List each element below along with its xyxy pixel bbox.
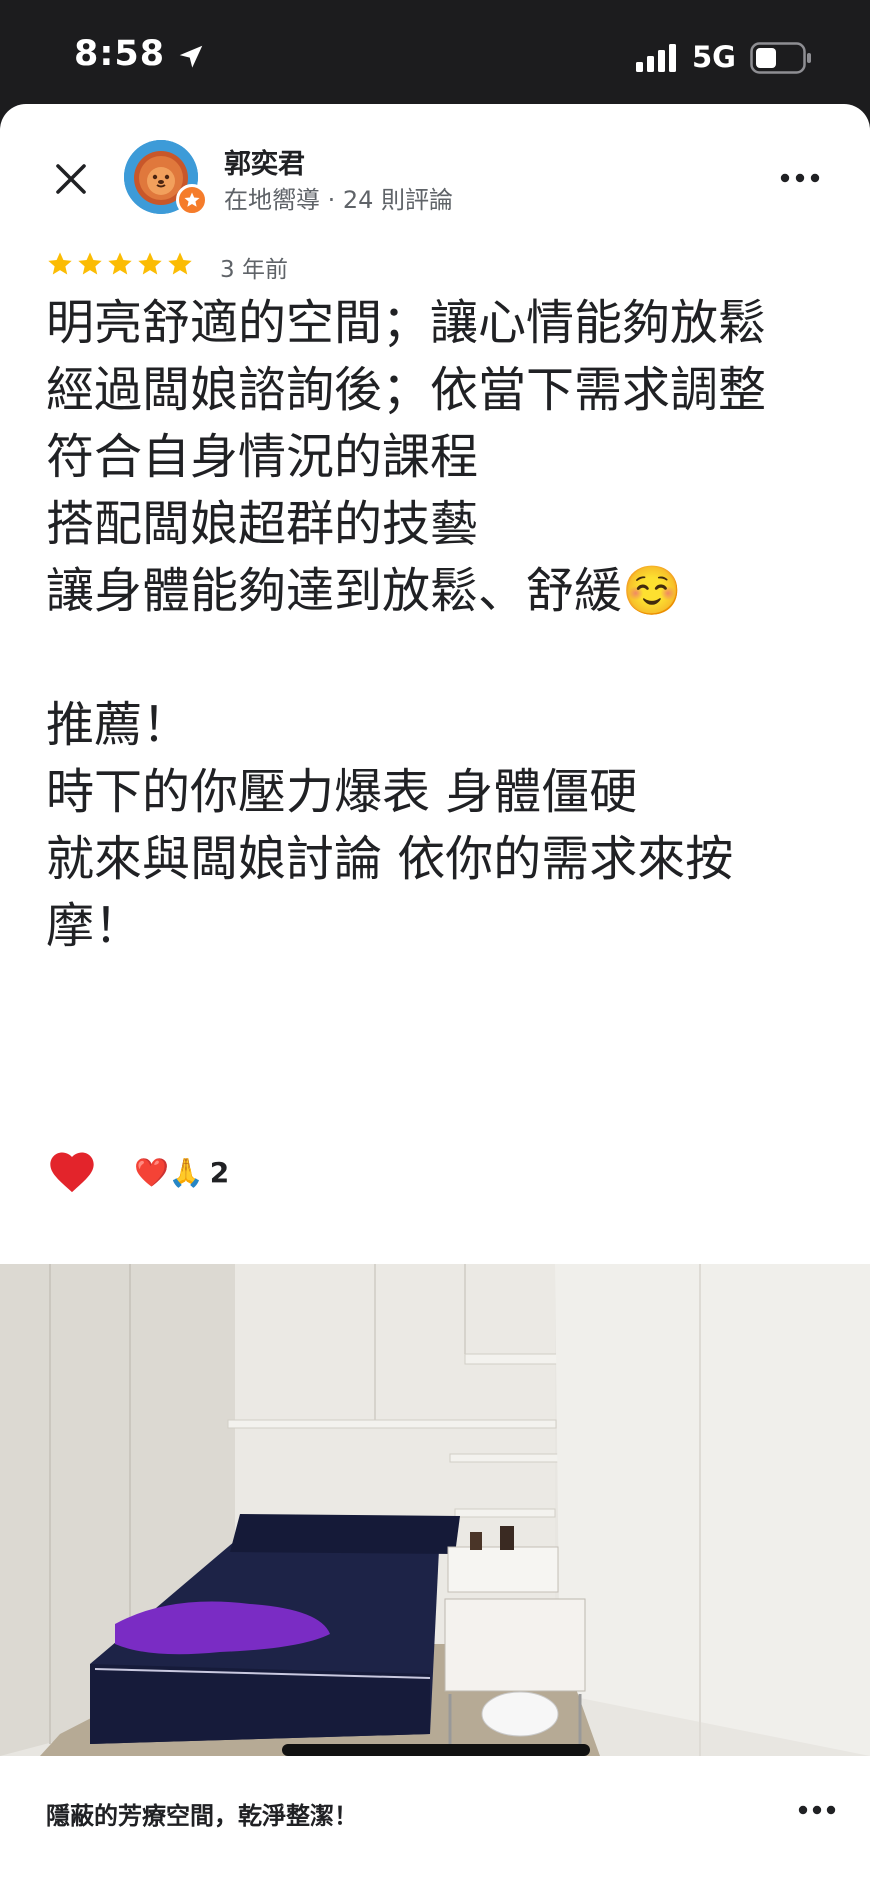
status-bar: 8:58 5G <box>0 0 870 106</box>
star-icon <box>78 252 102 275</box>
more-horizontal-icon <box>780 173 820 183</box>
reaction-summary[interactable]: ❤️🙏 2 <box>134 1156 229 1189</box>
reaction-emojis: ❤️🙏 <box>134 1156 204 1189</box>
review-photo[interactable] <box>0 1264 870 1756</box>
reaction-count: 2 <box>209 1156 230 1189</box>
photo-caption-bar: 隱蔽的芳療空間，乾淨整潔！ <box>0 1756 870 1882</box>
review-text: 明亮舒適的空間；讓心情能夠放鬆 經過闆娘諮詢後；依當下需求調整 符合自身情況的課… <box>46 295 767 954</box>
author-name[interactable]: 郭奕君 <box>224 142 305 181</box>
battery-icon <box>750 42 811 74</box>
star-icon <box>138 252 162 275</box>
location-arrow-icon <box>179 45 203 68</box>
local-guide-badge <box>176 184 208 216</box>
star-icon <box>168 252 192 275</box>
status-time: 8:58 <box>74 34 166 74</box>
heart-icon <box>50 1152 94 1193</box>
star-icon <box>108 252 132 275</box>
more-options-button[interactable] <box>776 158 824 198</box>
author-meta: 在地嚮導 · 24 則評論 <box>224 186 454 214</box>
photo-caption: 隱蔽的芳療空間，乾淨整潔！ <box>46 1802 358 1830</box>
star-badge-icon <box>184 192 200 207</box>
like-button[interactable] <box>46 1146 98 1198</box>
signal-bars-icon <box>636 44 676 72</box>
home-indicator <box>282 1744 590 1756</box>
review-sheet: 郭奕君 在地嚮導 · 24 則評論 3 年前 明亮舒適的空間；讓心情能夠放鬆 經… <box>0 104 870 1882</box>
star-rating <box>46 250 194 278</box>
photo-more-options-button[interactable] <box>792 1790 842 1830</box>
more-horizontal-icon <box>798 1805 836 1815</box>
star-icon <box>48 252 72 275</box>
close-button[interactable] <box>46 154 96 204</box>
network-label: 5G <box>692 40 736 74</box>
review-time: 3 年前 <box>220 257 288 283</box>
close-icon <box>56 164 86 194</box>
